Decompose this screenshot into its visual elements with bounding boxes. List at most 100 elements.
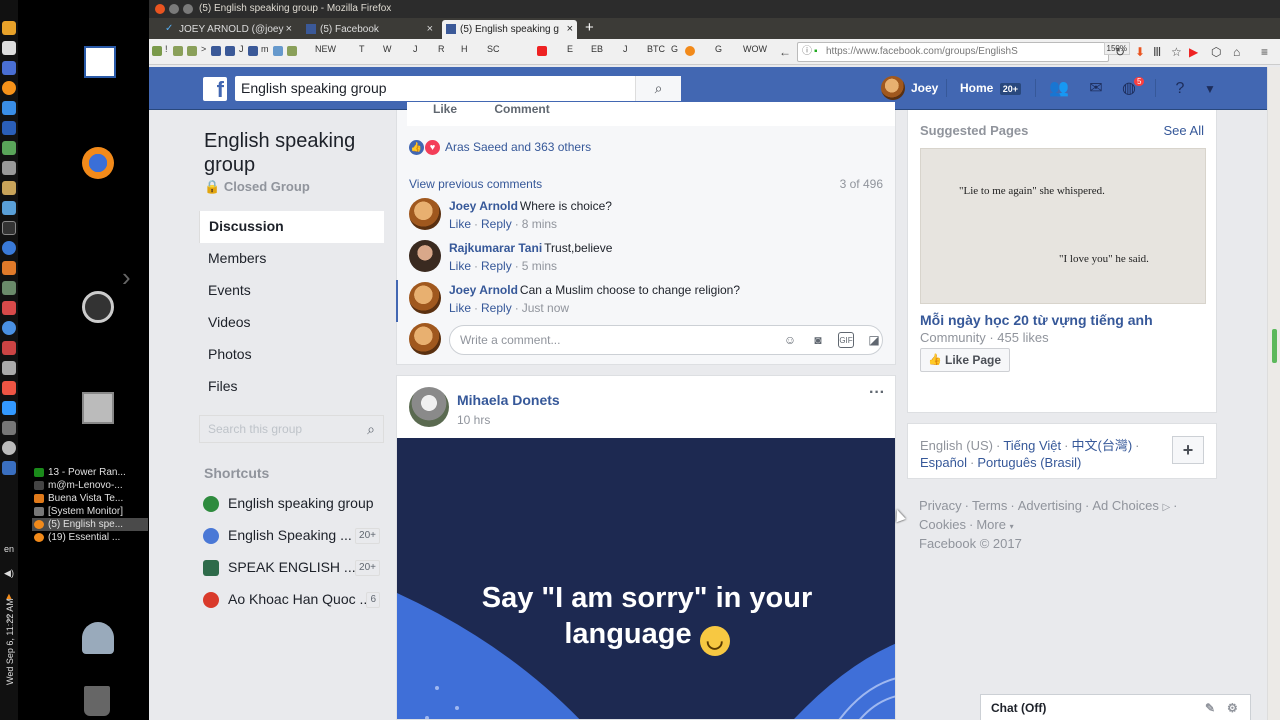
shortcut-item[interactable]: SPEAK ENGLISH ... 20+ — [199, 551, 384, 583]
avatar[interactable] — [409, 198, 441, 230]
app-icon[interactable] — [2, 441, 16, 455]
help-icon[interactable]: ? — [1170, 79, 1190, 99]
comment-input[interactable]: Write a comment... ☺ ◙ GIF ◪ — [449, 325, 883, 355]
trash-icon[interactable] — [84, 686, 110, 716]
task-item[interactable]: 13 - Power Ran... — [32, 466, 148, 479]
language-link[interactable]: Tiếng Việt — [1003, 438, 1061, 453]
task-item[interactable]: m@m-Lenovo-... — [32, 479, 148, 492]
new-tab-button[interactable]: + — [585, 19, 594, 36]
task-item[interactable]: (19) Essential ... — [32, 531, 148, 544]
back-icon[interactable]: ← — [779, 45, 791, 59]
comment-reply-link[interactable]: Reply — [481, 217, 512, 231]
bookmark-folder-icon[interactable] — [287, 46, 297, 56]
avatar[interactable] — [409, 387, 449, 427]
bookmark-label[interactable]: WOW — [743, 44, 767, 54]
comment-reply-link[interactable]: Reply — [481, 259, 512, 273]
language-link[interactable]: 中文(台灣) — [1071, 438, 1132, 453]
comment-author[interactable]: Rajkumarar Tani — [449, 241, 542, 255]
compose-icon[interactable]: ✎ — [1205, 695, 1215, 720]
bookmark-folder-icon[interactable] — [173, 46, 183, 56]
post-time[interactable]: 10 hrs — [457, 413, 490, 427]
comment-reply-link[interactable]: Reply — [481, 301, 512, 315]
bookmark-icon[interactable] — [152, 46, 162, 56]
app-icon[interactable] — [2, 261, 16, 275]
footer-link[interactable]: Advertising — [1018, 498, 1082, 513]
footer-link[interactable]: Ad Choices — [1092, 498, 1158, 513]
minimize-window-button[interactable] — [169, 4, 179, 14]
url-bar[interactable]: ⓘ ▪ https://www.facebook.com/groups/Engl… — [797, 42, 1109, 62]
app-icon[interactable] — [2, 21, 16, 35]
scrollbar-thumb[interactable] — [1272, 329, 1277, 363]
nav-files[interactable]: Files — [199, 371, 384, 403]
download-icon[interactable]: ⬇ — [1135, 45, 1145, 59]
reload-icon[interactable]: ↻ — [1115, 45, 1125, 59]
comment-time[interactable]: Just now — [522, 301, 569, 315]
bookmark-label[interactable]: T — [359, 44, 365, 54]
pocket-icon[interactable]: ⬡ — [1211, 45, 1221, 59]
info-icon[interactable]: ⓘ — [802, 43, 812, 61]
caret-down-icon[interactable]: ▾ — [1010, 522, 1014, 531]
shortcut-item[interactable]: English Speaking ... 20+ — [199, 519, 384, 551]
comment-time[interactable]: 8 mins — [522, 217, 557, 231]
footer-link[interactable]: Cookies — [919, 517, 966, 532]
bookmark-icon[interactable] — [248, 46, 258, 56]
bookmark-folder-icon[interactable] — [187, 46, 197, 56]
post-image[interactable]: Say "I am sorry" in your language ◡ — [397, 438, 895, 719]
bookmark-label[interactable]: BTC — [647, 44, 665, 54]
ubuntu-icon[interactable] — [82, 291, 114, 323]
bookmark-label[interactable]: NEW — [315, 44, 336, 54]
profile-link[interactable]: Joey — [881, 76, 938, 100]
like-button[interactable]: Like — [433, 102, 457, 116]
clock[interactable]: Wed Sep 6, 11:22 AM — [5, 598, 15, 685]
footer-link[interactable]: Privacy — [919, 498, 962, 513]
library-icon[interactable]: Ⅲ — [1153, 45, 1161, 59]
app-icon[interactable] — [2, 181, 16, 195]
add-language-button[interactable]: + — [1172, 436, 1204, 464]
file-cabinet-icon[interactable] — [82, 392, 114, 424]
comment-time[interactable]: 5 mins — [522, 259, 557, 273]
chat-bar[interactable]: Chat (Off) ✎ ⚙ — [980, 694, 1251, 720]
close-tab-icon[interactable]: × — [286, 20, 292, 39]
bookmark-label[interactable]: J — [239, 44, 244, 54]
app-icon[interactable] — [2, 141, 16, 155]
bookmark-label[interactable]: J — [623, 44, 628, 54]
app-icon[interactable] — [2, 381, 16, 395]
task-item[interactable]: Buena Vista Te... — [32, 492, 148, 505]
chrome-icon[interactable] — [2, 321, 16, 335]
comment-button[interactable]: Comment — [494, 102, 549, 116]
bitcoin-icon[interactable] — [2, 81, 16, 95]
tab-english-group[interactable]: (5) English speaking g × — [442, 20, 577, 39]
reactions-summary[interactable]: 👍 ♥ Aras Saeed and 363 others — [409, 140, 591, 155]
search-input[interactable]: English speaking group ⌕ — [235, 76, 681, 101]
youtube-icon[interactable]: ▶ — [1189, 45, 1198, 59]
bookmark-label[interactable]: E — [567, 44, 573, 54]
comment-author[interactable]: Joey Arnold — [449, 283, 518, 297]
language-link[interactable]: Español — [920, 455, 967, 470]
tab-twitter[interactable]: ✓ JOEY ARNOLD (@joey × — [161, 20, 296, 39]
footer-link[interactable]: Terms — [972, 498, 1007, 513]
home-link[interactable]: Home 20+ — [960, 81, 1021, 95]
document-icon[interactable] — [84, 46, 116, 78]
app-icon[interactable] — [2, 201, 16, 215]
chevron-right-icon[interactable]: › — [122, 262, 131, 293]
bookmark-label[interactable]: R — [438, 44, 445, 54]
youtube-icon[interactable] — [537, 46, 547, 56]
suggested-page-name[interactable]: Mỗi ngày học 20 từ vựng tiếng anh — [920, 312, 1153, 328]
friend-requests-icon[interactable]: 👥 — [1049, 79, 1069, 99]
shortcut-item[interactable]: English speaking group — [199, 487, 384, 519]
emoji-icon[interactable]: ☺ — [782, 332, 798, 348]
bookmark-label[interactable]: EB — [591, 44, 603, 54]
view-previous-comments[interactable]: View previous comments — [409, 177, 542, 191]
see-all-link[interactable]: See All — [1164, 123, 1204, 138]
bookmark-icon[interactable] — [685, 46, 695, 56]
app-icon[interactable] — [2, 361, 16, 375]
language-link[interactable]: Português (Brasil) — [977, 455, 1081, 470]
search-icon[interactable]: ⌕ — [367, 416, 375, 442]
app-icon[interactable] — [2, 101, 16, 115]
app-icon[interactable] — [2, 461, 16, 475]
post-author[interactable]: Mihaela Donets — [457, 392, 560, 408]
app-icon[interactable] — [2, 301, 16, 315]
bookmark-icon[interactable] — [225, 46, 235, 56]
like-page-button[interactable]: 👍 Like Page — [920, 348, 1011, 372]
task-item[interactable]: [System Monitor] — [32, 505, 148, 518]
